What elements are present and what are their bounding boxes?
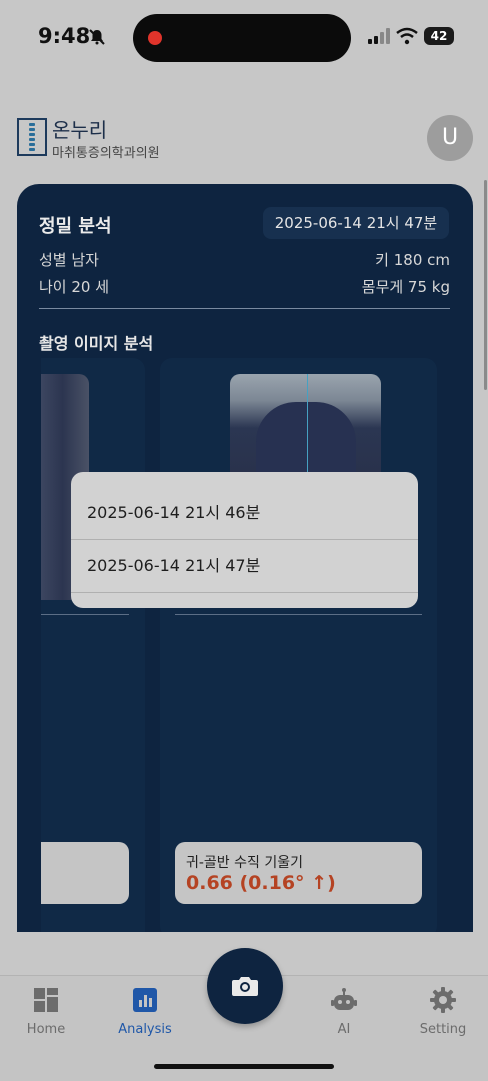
tab-label: AI: [337, 1022, 351, 1037]
date-option[interactable]: 2025-06-14 21시 46분: [71, 487, 418, 539]
camera-button[interactable]: [207, 948, 283, 1024]
brand-subtitle: 마취통증의학과의원: [52, 146, 160, 161]
divider: [71, 592, 418, 593]
camera-icon: [232, 977, 258, 996]
metric-label: 귀-골반 수직 기울기: [186, 855, 303, 871]
analysis-image-card-current[interactable]: 귀-골반 수직 기울기 0.66 (0.16° ↑): [160, 358, 437, 932]
date-option[interactable]: 2025-06-14 21시 47분: [71, 540, 418, 592]
divider: [39, 308, 450, 309]
section-title: 촬영 이미지 분석: [39, 334, 154, 353]
tab-label: Setting: [419, 1022, 467, 1037]
metric-box: 귀-골반 수직 기울기 0.66 (0.16° ↑): [175, 842, 422, 904]
tab-ai[interactable]: AI: [299, 987, 389, 1037]
tab-label: Analysis: [118, 1022, 172, 1037]
logo-icon: [17, 118, 47, 156]
brand-name: 온누리: [52, 118, 108, 142]
date-dropdown-menu: 2025-06-14 21시 46분 2025-06-14 21시 47분: [71, 472, 418, 608]
analysis-image-card-previous[interactable]: [41, 358, 145, 932]
card-title: 정밀 분석: [39, 216, 112, 237]
wifi-icon: [396, 27, 418, 45]
bell-muted-icon: [89, 29, 105, 45]
robot-icon: [331, 988, 357, 1010]
metric-value: 0.66 (0.16° ↑): [186, 872, 336, 894]
gender-text: 성별 남자: [39, 251, 99, 269]
tab-home[interactable]: Home: [1, 987, 91, 1037]
dynamic-island: [133, 14, 351, 62]
status-time: 9:48: [38, 24, 91, 48]
home-indicator: [154, 1064, 334, 1069]
metric-box: [41, 842, 129, 904]
age-text: 나이 20 세: [39, 278, 110, 296]
date-selector[interactable]: 2025-06-14 21시 47분: [263, 207, 449, 239]
tab-label: Home: [26, 1022, 66, 1037]
tab-setting[interactable]: Setting: [398, 987, 488, 1037]
status-bar: 9:48 42: [0, 0, 488, 80]
battery-icon: 42: [424, 27, 454, 45]
divider: [41, 614, 129, 615]
tab-analysis[interactable]: Analysis: [100, 987, 190, 1037]
grid-icon: [34, 988, 58, 1012]
user-avatar[interactable]: U: [427, 115, 473, 161]
cellular-signal-icon: [368, 28, 390, 44]
gear-icon: [430, 987, 456, 1013]
bar-chart-icon: [133, 988, 157, 1012]
weight-text: 몸무게 75 kg: [361, 278, 450, 296]
divider: [175, 614, 422, 615]
scrollbar[interactable]: [484, 180, 487, 390]
recording-indicator-icon: [148, 31, 162, 45]
height-text: 키 180 cm: [375, 251, 450, 269]
